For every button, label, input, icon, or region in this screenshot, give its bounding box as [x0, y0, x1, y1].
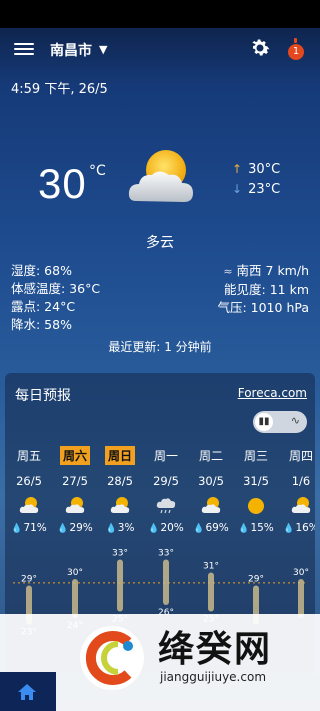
raindrop-icon: 💧	[11, 524, 23, 534]
rain-cloud-icon	[155, 496, 177, 516]
partly-cloudy-icon	[128, 150, 193, 202]
temp-range-bar	[117, 559, 123, 612]
wind-icon: ≈	[223, 265, 233, 278]
gear-icon[interactable]	[248, 36, 272, 60]
day-column[interactable]: 周三 31/5 💧15%	[236, 446, 276, 534]
day-column[interactable]: 周二 30/5 💧69%	[191, 446, 231, 534]
day-column[interactable]: 周五 26/5 💧71%	[9, 446, 49, 534]
day-label: 周一	[153, 449, 178, 463]
raindrop-icon: 💧	[105, 524, 117, 534]
partly-cloudy-icon	[18, 496, 40, 516]
dew-point: 露点: 24°C	[11, 299, 76, 314]
high-temp-label: 30°	[293, 568, 309, 578]
top-bar: 南昌市 ▼ 1	[0, 28, 320, 72]
high-temp-label: 33°	[112, 549, 128, 559]
graph-view-icon[interactable]: ∿	[291, 414, 300, 427]
temp-range-bar	[72, 579, 78, 618]
day-date: 1/6	[291, 474, 311, 488]
precipitation: 降水: 58%	[11, 317, 72, 332]
raindrop-icon: 💧	[238, 524, 250, 534]
rain-chance: 💧71%	[11, 522, 47, 534]
rain-chance: 💧16%	[283, 522, 315, 534]
high-temp: ↑ 30°C	[232, 162, 281, 177]
day-date: 27/5	[62, 474, 88, 488]
weather-condition: 多云	[146, 235, 174, 251]
day-label: 周二	[198, 449, 223, 463]
day-column[interactable]: 周四 1/6 💧16%	[281, 446, 315, 534]
current-datetime: 4:59 下午, 26/5	[11, 82, 108, 97]
partly-cloudy-icon	[200, 496, 222, 516]
pressure: 气压: 1010 hPa	[217, 300, 309, 315]
high-temp-label: 31°	[203, 562, 219, 572]
day-date: 26/5	[16, 474, 42, 488]
last-updated: 最近更新: 1 分钟前	[108, 340, 212, 354]
day-date: 30/5	[198, 474, 224, 488]
day-date: 28/5	[107, 474, 133, 488]
high-temp-label: 29°	[21, 575, 37, 585]
panel-title: 每日预报	[15, 388, 71, 404]
day-label: 周五	[16, 449, 41, 463]
temp-range-bar	[208, 572, 214, 612]
brand-name: 绛癸网	[158, 629, 273, 670]
home-icon	[18, 684, 36, 700]
humidity: 湿度: 68%	[11, 263, 72, 278]
partly-cloudy-icon	[109, 496, 131, 516]
high-temp-label: 29°	[248, 575, 264, 585]
day-column[interactable]: 周六 27/5 💧29%	[55, 446, 95, 534]
current-temperature: 30	[38, 160, 87, 207]
notification-badge[interactable]: 1	[284, 38, 306, 62]
view-toggle[interactable]: ▮▮ ∿	[253, 411, 307, 433]
day-date: 29/5	[153, 474, 179, 488]
arrow-down-icon: ↓	[232, 182, 243, 196]
partly-cloudy-icon	[64, 496, 86, 516]
temp-range-bar	[163, 559, 169, 605]
rain-chance: 💧69%	[193, 522, 229, 534]
feels-like: 体感温度: 36°C	[11, 281, 101, 296]
status-bar	[0, 0, 320, 28]
partly-cloudy-icon	[290, 496, 312, 516]
day-date: 31/5	[243, 474, 269, 488]
foreca-link[interactable]: Foreca.com	[238, 386, 307, 400]
home-button[interactable]	[0, 672, 56, 711]
raindrop-icon: 💧	[148, 524, 160, 534]
menu-icon[interactable]	[14, 40, 34, 58]
wind: ≈ 南西 7 km/h	[223, 263, 309, 278]
temperature-unit: °C	[89, 163, 106, 179]
high-temp-label: 33°	[158, 549, 174, 559]
day-column[interactable]: 周一 29/5 💧20%	[146, 446, 186, 534]
details-left: 湿度: 68% 体感温度: 36°C 露点: 24°C 降水: 58%	[11, 262, 100, 334]
bars-view-icon[interactable]: ▮▮	[255, 413, 273, 431]
brand-logo	[80, 626, 144, 690]
day-label: 周四	[288, 449, 313, 463]
visibility: 能见度: 11 km	[224, 282, 309, 297]
rain-chance: 💧20%	[148, 522, 184, 534]
raindrop-icon: 💧	[193, 524, 205, 534]
raindrop-icon: 💧	[57, 524, 69, 534]
day-label: 周六	[59, 446, 90, 465]
rain-chance: 💧29%	[57, 522, 93, 534]
arrow-up-icon: ↑	[232, 162, 243, 176]
high-temp-label: 30°	[67, 568, 83, 578]
temp-range-bar	[298, 579, 304, 618]
rain-chance: 💧3%	[105, 522, 135, 534]
raindrop-icon: 💧	[283, 524, 295, 534]
day-label: 周日	[104, 446, 135, 465]
details-right: ≈ 南西 7 km/h 能见度: 11 km 气压: 1010 hPa	[217, 262, 309, 317]
brand-url: jiangguijiuye.com	[160, 670, 267, 684]
sun-icon	[245, 496, 267, 516]
chevron-down-icon[interactable]: ▼	[99, 43, 107, 56]
day-label: 周三	[243, 449, 268, 463]
low-temp: ↓ 23°C	[232, 182, 281, 197]
day-column[interactable]: 周日 28/5 💧3%	[100, 446, 140, 534]
rain-chance: 💧15%	[238, 522, 274, 534]
city-selector[interactable]: 南昌市	[50, 40, 92, 60]
